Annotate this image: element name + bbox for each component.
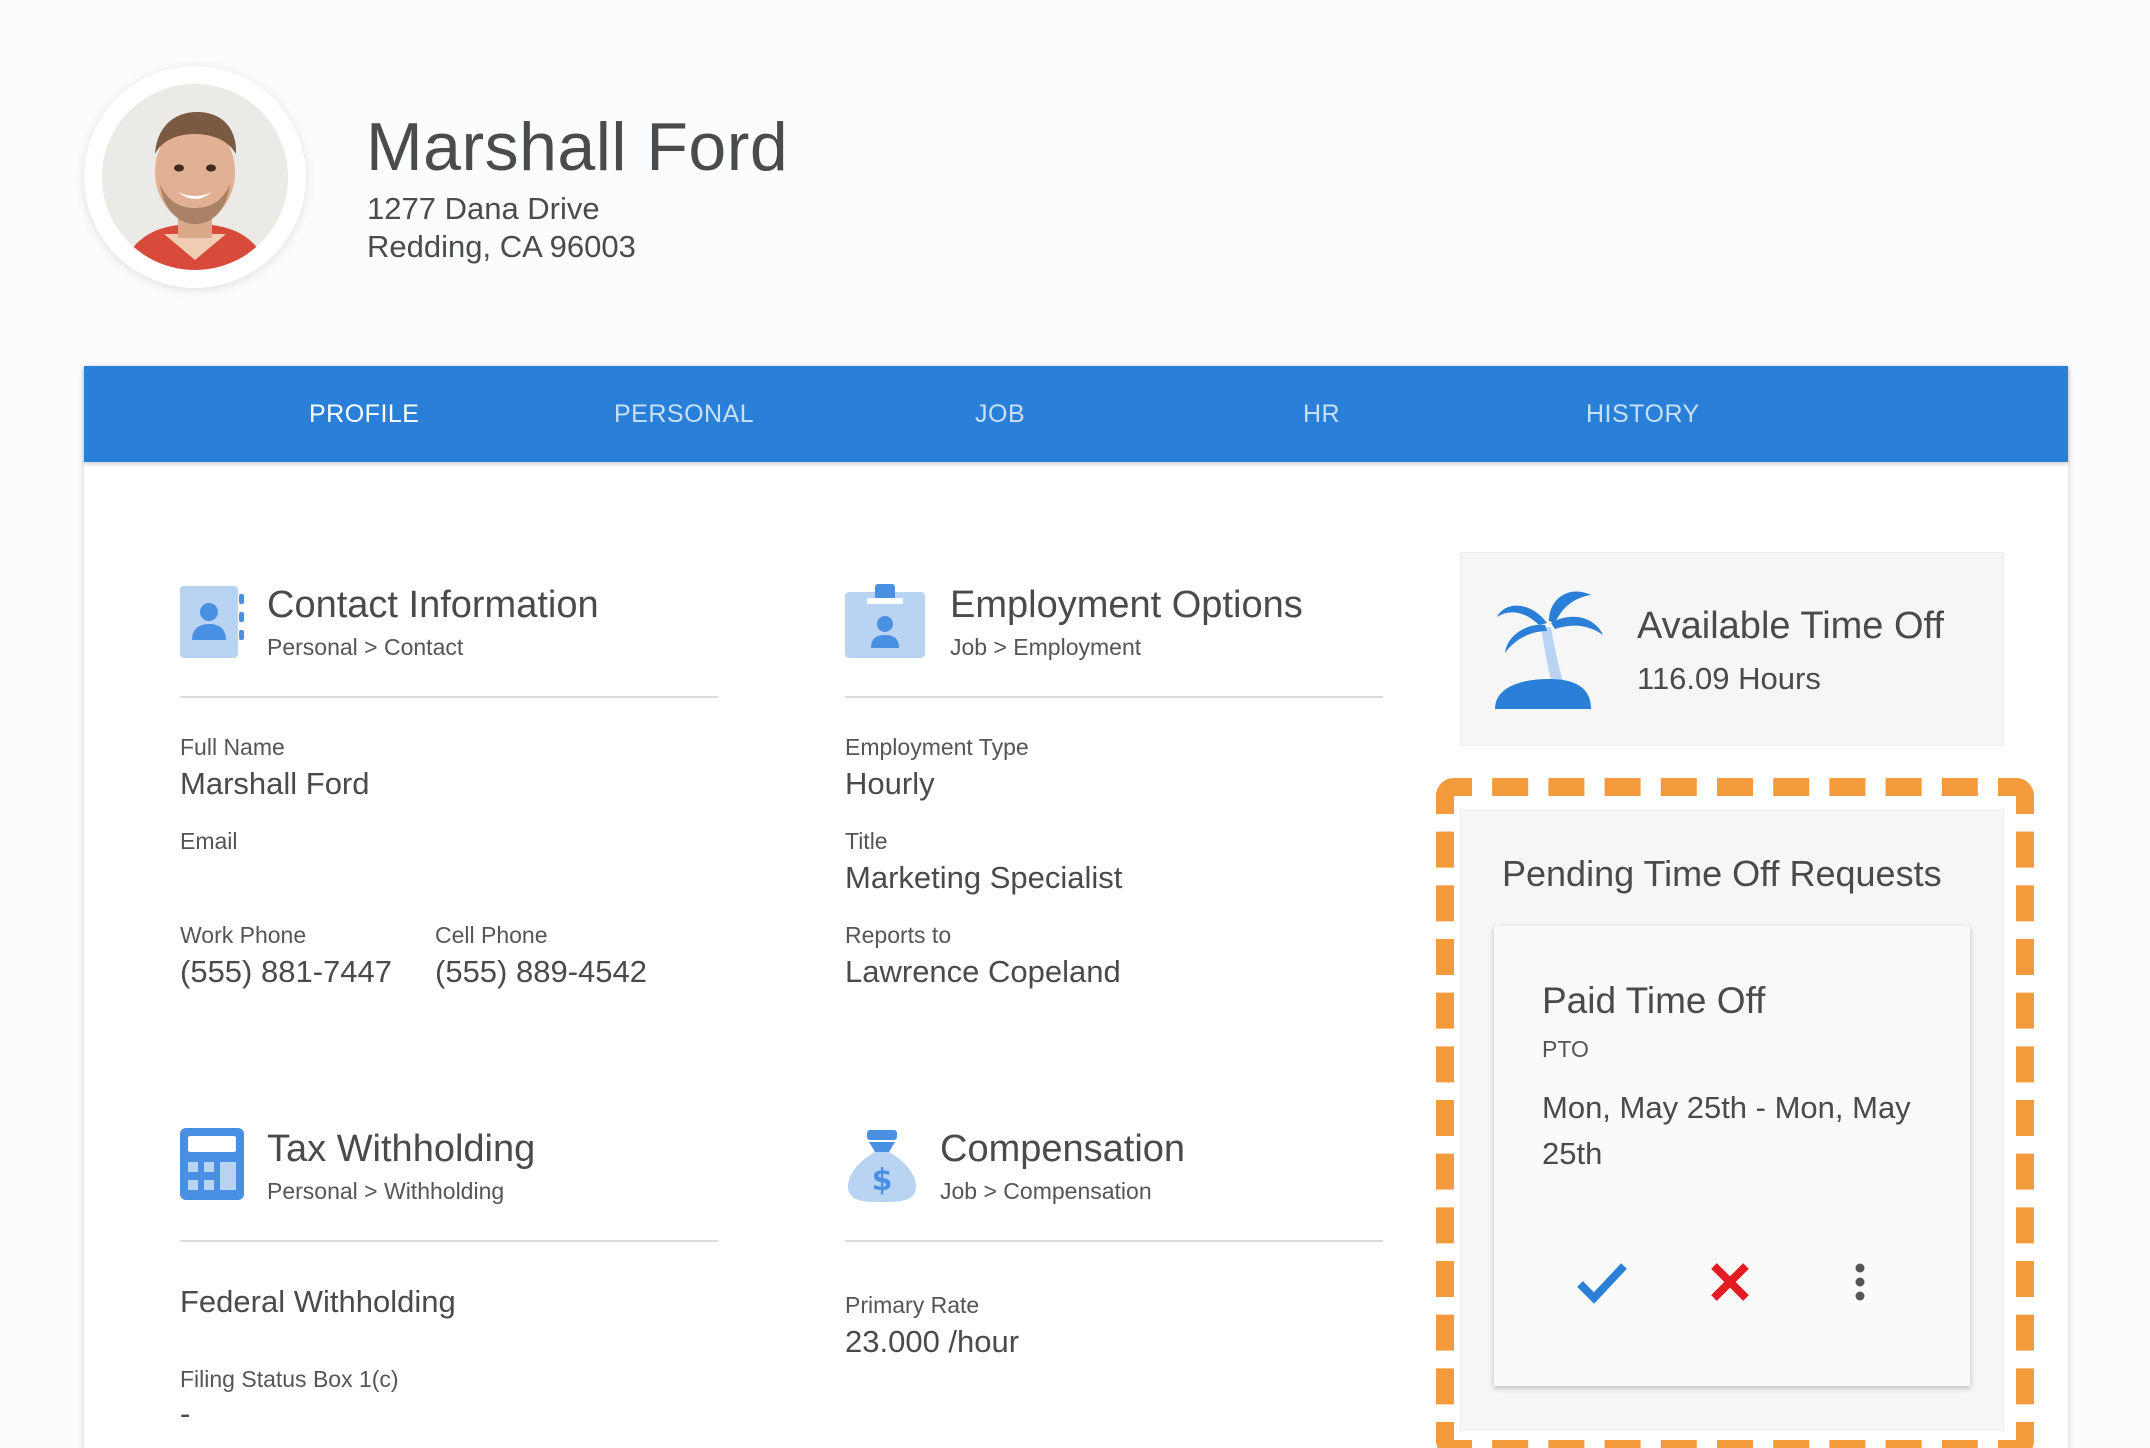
job-title-label: Title [845, 828, 888, 854]
pending-title: Pending Time Off Requests [1502, 853, 1942, 894]
compensation-breadcrumb[interactable]: Job > Compensation [940, 1178, 1152, 1205]
full-name-label: Full Name [180, 734, 285, 760]
avatar-photo [102, 84, 288, 270]
tab-job[interactable]: JOB [975, 366, 1025, 462]
divider [180, 1240, 718, 1242]
federal-withholding-heading: Federal Withholding [180, 1284, 456, 1319]
contact-card-icon [180, 586, 244, 658]
available-hours: 116.09 Hours [1637, 661, 1821, 696]
id-badge-icon [845, 584, 925, 658]
available-time-off-title: Available Time Off [1637, 605, 1944, 647]
request-type: Paid Time Off [1542, 980, 1766, 1021]
work-phone-label: Work Phone [180, 922, 307, 948]
more-vertical-icon [1855, 1263, 1865, 1301]
cell-phone-label: Cell Phone [435, 922, 548, 948]
svg-text:$: $ [872, 1163, 893, 1198]
request-dates-line-2: 25th [1542, 1136, 1603, 1171]
request-dates-line-1: Mon, May 25th - Mon, May [1542, 1090, 1911, 1125]
cell-phone-value: (555) 889-4542 [435, 954, 647, 989]
deny-button[interactable] [1700, 1252, 1760, 1312]
contact-breadcrumb[interactable]: Personal > Contact [267, 634, 463, 661]
divider [180, 696, 718, 698]
employment-title: Employment Options [950, 584, 1303, 626]
profile-address: 1277 Dana Drive Redding, CA 96003 [367, 190, 636, 266]
divider [845, 696, 1383, 698]
address-line-1: 1277 Dana Drive [367, 191, 600, 226]
tax-breadcrumb[interactable]: Personal > Withholding [267, 1178, 504, 1205]
address-line-2: Redding, CA 96003 [367, 229, 636, 264]
time-off-request-card[interactable]: Paid Time Off PTO Mon, May 25th - Mon, M… [1494, 926, 1970, 1386]
profile-name: Marshall Ford [366, 109, 789, 185]
request-code: PTO [1542, 1036, 1589, 1062]
tab-personal[interactable]: PERSONAL [614, 366, 754, 462]
tab-history[interactable]: HISTORY [1586, 366, 1700, 462]
avatar [84, 66, 306, 288]
approve-button[interactable] [1572, 1252, 1632, 1312]
calculator-icon [180, 1128, 244, 1200]
primary-rate-value: 23.000 /hour [845, 1324, 1020, 1359]
employment-breadcrumb[interactable]: Job > Employment [950, 634, 1141, 661]
divider [845, 1240, 1383, 1242]
employment-type-label: Employment Type [845, 734, 1029, 760]
primary-rate-label: Primary Rate [845, 1292, 980, 1318]
job-title-value: Marketing Specialist [845, 860, 1123, 895]
close-icon [1711, 1263, 1749, 1301]
tab-bar: PROFILE PERSONAL JOB HR HISTORY [84, 366, 2068, 462]
tax-title: Tax Withholding [267, 1128, 536, 1170]
profile-card: PROFILE PERSONAL JOB HR HISTORY Contact … [84, 366, 2068, 1448]
tab-profile[interactable]: PROFILE [309, 366, 419, 462]
reports-to-value: Lawrence Copeland [845, 954, 1121, 989]
filing-status-label: Filing Status Box 1(c) [180, 1366, 399, 1392]
money-bag-icon: $ [848, 1130, 916, 1202]
work-phone-value: (555) 881-7447 [180, 954, 392, 989]
reports-to-label: Reports to [845, 922, 952, 948]
full-name-value: Marshall Ford [180, 766, 370, 801]
contact-title: Contact Information [267, 584, 599, 626]
available-time-off-card: Available Time Off 116.09 Hours [1460, 552, 2004, 746]
tab-hr[interactable]: HR [1303, 366, 1340, 462]
checkmark-icon [1577, 1263, 1627, 1304]
compensation-title: Compensation [940, 1128, 1186, 1170]
employment-type-value: Hourly [845, 766, 935, 801]
more-options-button[interactable] [1830, 1252, 1890, 1312]
palm-tree-icon [1495, 591, 1603, 709]
filing-status-value: - [180, 1396, 191, 1431]
email-label: Email [180, 828, 238, 854]
